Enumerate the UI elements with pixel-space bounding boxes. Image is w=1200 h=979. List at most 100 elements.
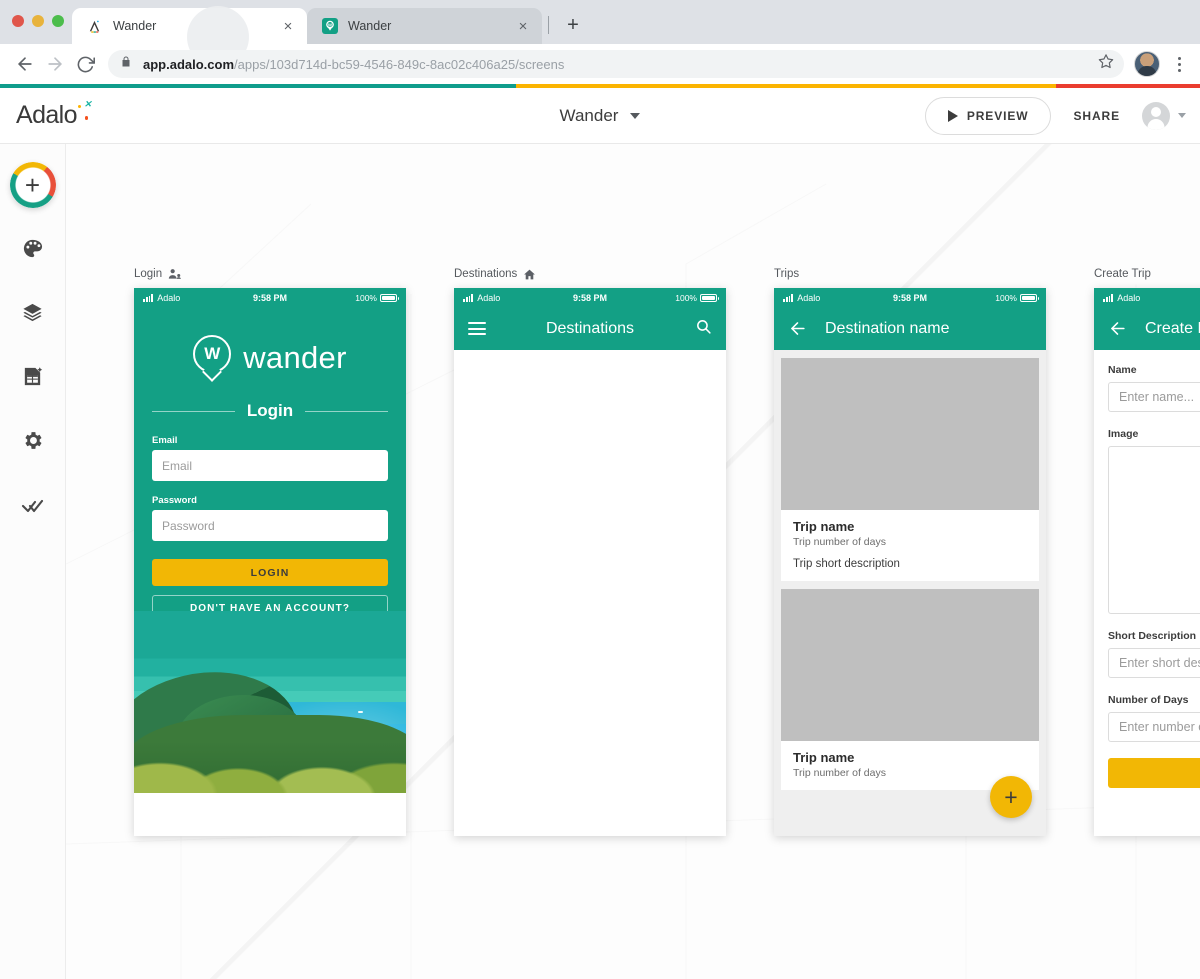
home-icon bbox=[523, 268, 536, 281]
create-trip-submit-button[interactable] bbox=[1108, 758, 1200, 788]
minimize-window-button[interactable] bbox=[32, 15, 44, 27]
address-bar[interactable]: app.adalo.com/apps/103d714d-bc59-4546-84… bbox=[108, 50, 1124, 78]
browser-toolbar: app.adalo.com/apps/103d714d-bc59-4546-84… bbox=[0, 44, 1200, 84]
url-path: /apps/103d714d-bc59-4546-849c-8ac02c406a… bbox=[234, 56, 565, 72]
browser-menu-button[interactable] bbox=[1168, 56, 1190, 72]
browser-tab-2[interactable]: W Wander × bbox=[307, 8, 542, 44]
user-auth-icon bbox=[168, 268, 182, 280]
trip-card[interactable]: Trip name Trip number of days Trip short… bbox=[781, 358, 1039, 581]
adalo-app-header: Adalo ✕ Wander PREVIEW SHARE bbox=[0, 88, 1200, 144]
maximize-window-button[interactable] bbox=[52, 15, 64, 27]
create-trip-status-bar: Adalo 9:58 PM bbox=[1094, 288, 1200, 307]
add-trip-fab-button[interactable]: + bbox=[990, 776, 1032, 818]
battery-icon bbox=[1020, 293, 1039, 302]
sidebar-item-database[interactable] bbox=[12, 358, 54, 400]
create-trip-screen-body: Name Enter name... Image C Short Descrip… bbox=[1094, 350, 1200, 836]
password-field-label: Password bbox=[152, 495, 197, 506]
lock-icon bbox=[120, 55, 134, 73]
browser-tab-1-close-icon[interactable]: × bbox=[279, 17, 297, 35]
sidebar-item-design-branding[interactable] bbox=[12, 230, 54, 272]
screen-login[interactable]: Login Adalo 9:58 PM 100% W wander Login … bbox=[134, 266, 406, 836]
app-switcher[interactable]: Wander bbox=[500, 106, 700, 126]
number-of-days-input[interactable]: Enter number of d bbox=[1108, 712, 1200, 742]
sidebar-item-add-component[interactable]: + bbox=[9, 162, 56, 208]
name-input[interactable]: Enter name... bbox=[1108, 382, 1200, 412]
login-phone-frame: Adalo 9:58 PM 100% W wander Login Email … bbox=[134, 288, 406, 836]
trips-status-bar: Adalo 9:58 PM 100% bbox=[774, 288, 1046, 307]
adalo-logo-accent-icon: ✕ bbox=[77, 100, 93, 125]
forward-button[interactable] bbox=[40, 49, 70, 79]
palette-icon bbox=[21, 237, 44, 265]
login-button[interactable]: LOGIN bbox=[152, 559, 388, 586]
email-input[interactable]: Email bbox=[152, 450, 388, 481]
trip-name: Trip name bbox=[793, 519, 855, 534]
adalo-logo[interactable]: Adalo ✕ bbox=[16, 100, 93, 130]
create-trip-navbar: Create N bbox=[1094, 307, 1200, 350]
battery-icon bbox=[380, 293, 399, 302]
sidebar-item-publish[interactable] bbox=[12, 486, 54, 528]
trip-image-placeholder bbox=[781, 358, 1039, 510]
url-domain: app.adalo.com bbox=[143, 56, 235, 72]
bookmark-star-icon[interactable] bbox=[1098, 54, 1114, 75]
image-upload-box[interactable]: C bbox=[1108, 446, 1200, 614]
trip-days: Trip number of days bbox=[793, 536, 886, 548]
app-name-label: Wander bbox=[559, 105, 619, 125]
wander-pin-favicon-icon: W bbox=[321, 18, 338, 35]
screen-trips[interactable]: Trips Adalo 9:58 PM 100% Destination nam… bbox=[774, 266, 1046, 836]
trip-card-info: Trip name Trip number of days Trip short… bbox=[781, 510, 1039, 581]
back-arrow-icon[interactable] bbox=[1108, 319, 1127, 338]
browser-profile-avatar[interactable] bbox=[1134, 51, 1160, 77]
adalo-logo-text: Adalo bbox=[16, 101, 78, 129]
short-description-input[interactable]: Enter short descr bbox=[1108, 648, 1200, 678]
browser-chrome: Wander × W Wander × + bbox=[0, 0, 1200, 68]
create-trip-phone-frame: Adalo 9:58 PM Create N Name Enter name..… bbox=[1094, 288, 1200, 836]
tab-separator bbox=[548, 16, 549, 34]
password-input[interactable]: Password bbox=[152, 510, 388, 541]
preview-button-label: PREVIEW bbox=[966, 108, 1029, 123]
design-canvas[interactable]: Login Adalo 9:58 PM 100% W wander Login … bbox=[66, 144, 1200, 979]
screen-login-label-text: Login bbox=[134, 268, 163, 280]
screen-create-trip-label: Create Trip bbox=[1094, 266, 1200, 282]
screen-create-trip[interactable]: Create Trip Adalo 9:58 PM C bbox=[1094, 266, 1200, 836]
left-sidebar: + bbox=[0, 144, 66, 979]
screen-trips-label-text: Trips bbox=[774, 268, 800, 280]
sidebar-item-screens-layers[interactable] bbox=[12, 294, 54, 336]
login-heading-row: Login bbox=[152, 401, 389, 421]
back-arrow-icon[interactable] bbox=[788, 319, 807, 338]
new-tab-button[interactable]: + bbox=[559, 11, 587, 39]
destinations-status-bar: Adalo 9:58 PM 100% bbox=[454, 288, 726, 307]
trips-screen-body[interactable]: Trip name Trip number of days Trip short… bbox=[774, 350, 1046, 836]
status-time: 9:58 PM bbox=[1094, 293, 1200, 303]
login-hero-photo bbox=[134, 611, 406, 793]
trip-image-placeholder bbox=[781, 589, 1039, 741]
chevron-down-icon bbox=[630, 112, 641, 119]
chevron-down-icon bbox=[1178, 113, 1186, 118]
layers-icon bbox=[21, 301, 44, 329]
short-description-field-label: Short Description bbox=[1108, 630, 1197, 642]
photo-foreground-foliage bbox=[134, 715, 406, 793]
browser-tab-2-title: Wander bbox=[348, 19, 392, 33]
trips-navbar-title: Destination name bbox=[825, 319, 950, 337]
wander-pin-logo-icon: W bbox=[193, 335, 232, 382]
browser-tab-2-close-icon[interactable]: × bbox=[514, 17, 532, 35]
share-button[interactable]: SHARE bbox=[1051, 109, 1142, 123]
email-field-label: Email bbox=[152, 435, 178, 446]
number-of-days-field-label: Number of Days bbox=[1108, 694, 1189, 706]
browser-tab-1[interactable]: Wander × bbox=[72, 6, 307, 68]
preview-button[interactable]: PREVIEW bbox=[924, 96, 1052, 135]
trip-name: Trip name bbox=[793, 750, 855, 765]
screen-trips-label: Trips bbox=[774, 266, 1046, 282]
reload-button[interactable] bbox=[70, 49, 100, 79]
back-button[interactable] bbox=[10, 49, 40, 79]
photo-boat bbox=[358, 711, 363, 713]
browser-tab-1-title: Wander bbox=[113, 19, 157, 33]
sidebar-item-settings[interactable] bbox=[12, 422, 54, 464]
workspace: + Login Adalo 9:58 PM 100% W wander Logi… bbox=[0, 144, 1200, 979]
trip-card[interactable]: Trip name Trip number of days bbox=[781, 589, 1039, 790]
name-field-label: Name bbox=[1108, 364, 1137, 376]
screen-destinations[interactable]: Destinations Adalo 9:58 PM 100% Destinat… bbox=[454, 266, 726, 836]
user-account-menu[interactable] bbox=[1142, 101, 1186, 130]
tab-strip: Wander × W Wander × + bbox=[72, 6, 587, 68]
trips-phone-frame: Adalo 9:58 PM 100% Destination name Trip… bbox=[774, 288, 1046, 836]
close-window-button[interactable] bbox=[12, 15, 24, 27]
